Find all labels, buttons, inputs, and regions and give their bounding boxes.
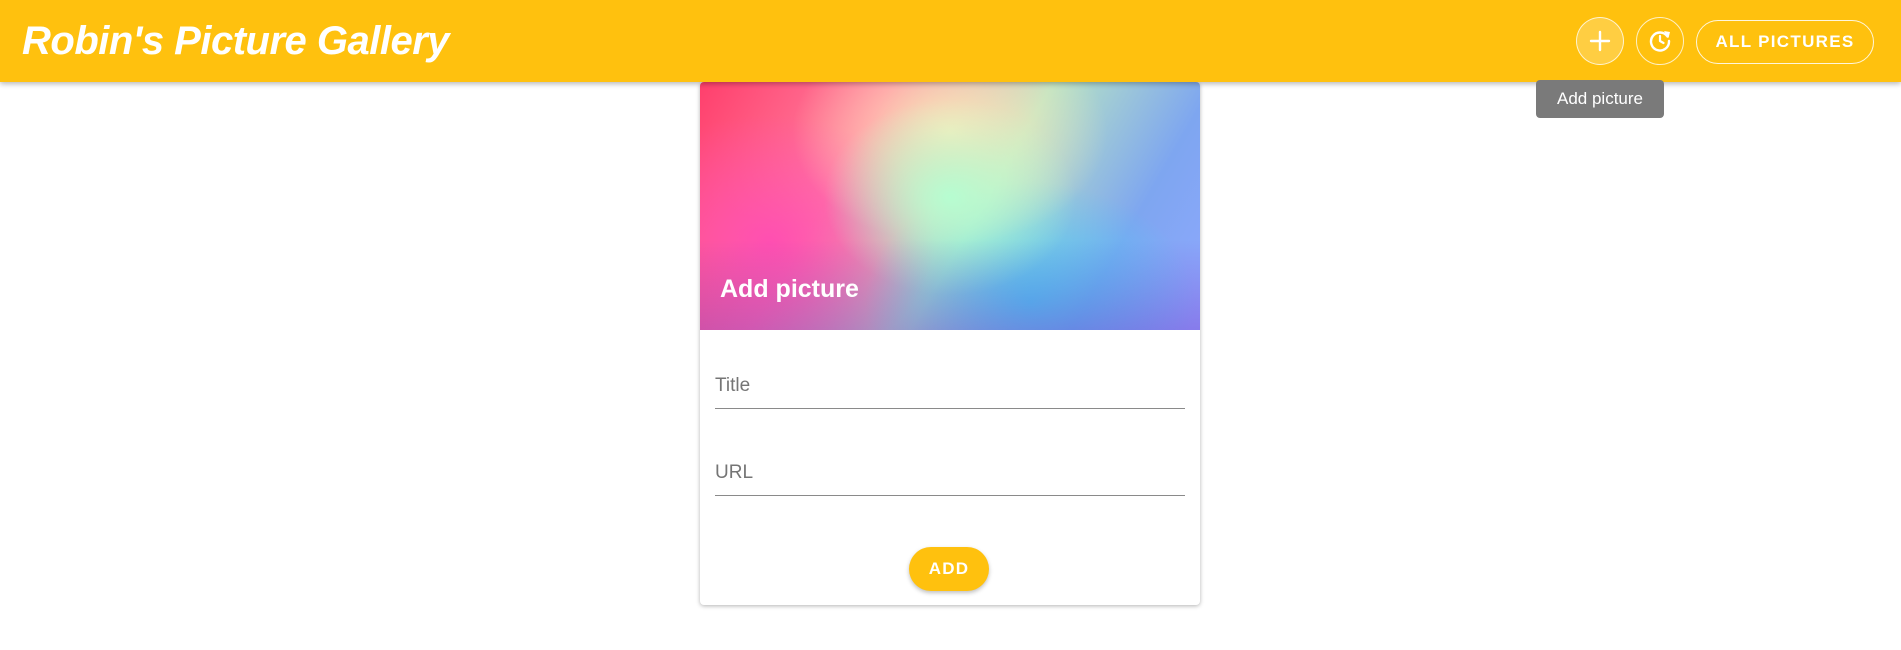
title-input[interactable] <box>715 368 1185 404</box>
plus-icon <box>1589 30 1611 52</box>
add-button[interactable]: ADD <box>909 547 989 591</box>
app-bar: Robin's Picture Gallery ALL PICTURES <box>0 0 1901 82</box>
add-picture-tooltip: Add picture <box>1536 80 1664 118</box>
add-picture-card: Add picture ADD <box>700 82 1200 605</box>
card-title: Add picture <box>720 275 859 303</box>
refresh-button[interactable] <box>1636 17 1684 65</box>
app-title: Robin's Picture Gallery <box>22 19 450 63</box>
url-input[interactable] <box>715 455 1185 491</box>
add-picture-button[interactable] <box>1576 17 1624 65</box>
refresh-icon <box>1649 31 1671 52</box>
url-field <box>715 455 1185 496</box>
all-pictures-button[interactable]: ALL PICTURES <box>1696 20 1874 64</box>
title-field <box>715 368 1185 409</box>
